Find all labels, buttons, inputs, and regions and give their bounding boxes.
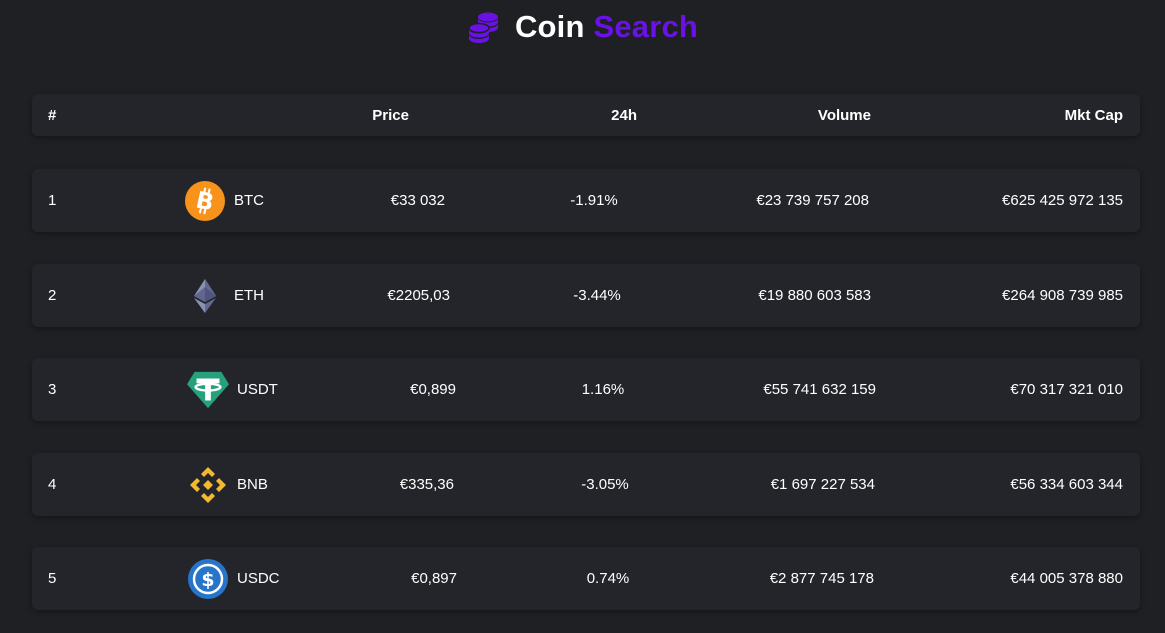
coin-symbol: ETH bbox=[234, 287, 264, 304]
volume-cell: €19 880 603 583 bbox=[758, 287, 871, 304]
volume-cell: €2 877 745 178 bbox=[769, 570, 874, 587]
coin-symbol: USDC bbox=[237, 570, 280, 587]
volume-cell: €23 739 757 208 bbox=[756, 192, 869, 209]
rank-cell: 2 bbox=[48, 287, 57, 304]
market-cap-cell: €264 908 739 985 bbox=[1002, 287, 1123, 304]
market-cap-cell: €56 334 603 344 bbox=[1010, 476, 1123, 493]
table-row[interactable]: 2 ETH €2205,03 -3.44% €19 880 603 583 €2… bbox=[32, 264, 1140, 327]
coins-stack-icon bbox=[467, 10, 501, 44]
coin-cell: BNB bbox=[187, 453, 268, 516]
volume-cell: €55 741 632 159 bbox=[763, 381, 876, 398]
title-part-coin: Coin bbox=[514, 9, 585, 44]
market-cap-cell: €70 317 321 010 bbox=[1010, 381, 1123, 398]
header: Coin Search bbox=[0, 6, 1165, 48]
usdc-icon: $ bbox=[187, 558, 229, 600]
coin-cell: $ USDC bbox=[187, 547, 280, 610]
table-header-row: # Price 24h Volume Mkt Cap bbox=[32, 94, 1140, 136]
change-cell: 0.74% bbox=[586, 570, 630, 587]
table-row[interactable]: 1 B BTC €33 032 -1.91% €23 739 757 208 €… bbox=[32, 169, 1140, 232]
price-cell: €0,899 bbox=[410, 381, 456, 398]
page-title: Coin Search bbox=[515, 9, 698, 45]
coin-symbol: USDT bbox=[237, 381, 278, 398]
column-header-volume: Volume bbox=[817, 106, 871, 124]
change-cell: 1.16% bbox=[581, 381, 625, 398]
coin-symbol: BNB bbox=[237, 476, 268, 493]
change-cell: -3.05% bbox=[581, 476, 629, 493]
bitcoin-icon: B bbox=[184, 180, 226, 222]
price-cell: €335,36 bbox=[399, 476, 454, 493]
title-part-search: Search bbox=[593, 9, 699, 44]
rank-cell: 3 bbox=[48, 381, 57, 398]
price-cell: €0,897 bbox=[411, 570, 457, 587]
rank-cell: 1 bbox=[48, 192, 57, 209]
price-cell: €2205,03 bbox=[387, 287, 450, 304]
tether-icon bbox=[187, 369, 229, 411]
table-row[interactable]: 3 USDT €0,899 1.16% €55 741 632 159 €70 … bbox=[32, 358, 1140, 421]
coin-search-page: Coin Search # Price 24h Volume Mkt Cap 1… bbox=[0, 0, 1165, 633]
change-cell: -1.91% bbox=[570, 192, 618, 209]
table-row[interactable]: 4 BNB €335,36 -3.05% €1 697 227 534 €56 … bbox=[32, 453, 1140, 516]
coin-cell: USDT bbox=[187, 358, 278, 421]
column-header-rank: # bbox=[48, 106, 57, 124]
rank-cell: 4 bbox=[48, 476, 57, 493]
market-cap-cell: €44 005 378 880 bbox=[1010, 570, 1123, 587]
ethereum-icon bbox=[184, 275, 226, 317]
rank-cell: 5 bbox=[48, 570, 57, 587]
table-row[interactable]: 5 $ USDC €0,897 0.74% €2 877 745 178 €44… bbox=[32, 547, 1140, 610]
price-cell: €33 032 bbox=[390, 192, 445, 209]
svg-text:$: $ bbox=[201, 569, 214, 591]
column-header-market-cap: Mkt Cap bbox=[1064, 106, 1123, 124]
brand[interactable]: Coin Search bbox=[467, 9, 698, 45]
coin-symbol: BTC bbox=[234, 192, 264, 209]
market-cap-cell: €625 425 972 135 bbox=[1002, 192, 1123, 209]
coin-cell: B BTC bbox=[184, 169, 264, 232]
column-header-24h: 24h bbox=[611, 106, 637, 124]
volume-cell: €1 697 227 534 bbox=[770, 476, 875, 493]
bnb-icon bbox=[187, 464, 229, 506]
coin-cell: ETH bbox=[184, 264, 264, 327]
change-cell: -3.44% bbox=[573, 287, 621, 304]
column-header-price: Price bbox=[372, 106, 409, 124]
